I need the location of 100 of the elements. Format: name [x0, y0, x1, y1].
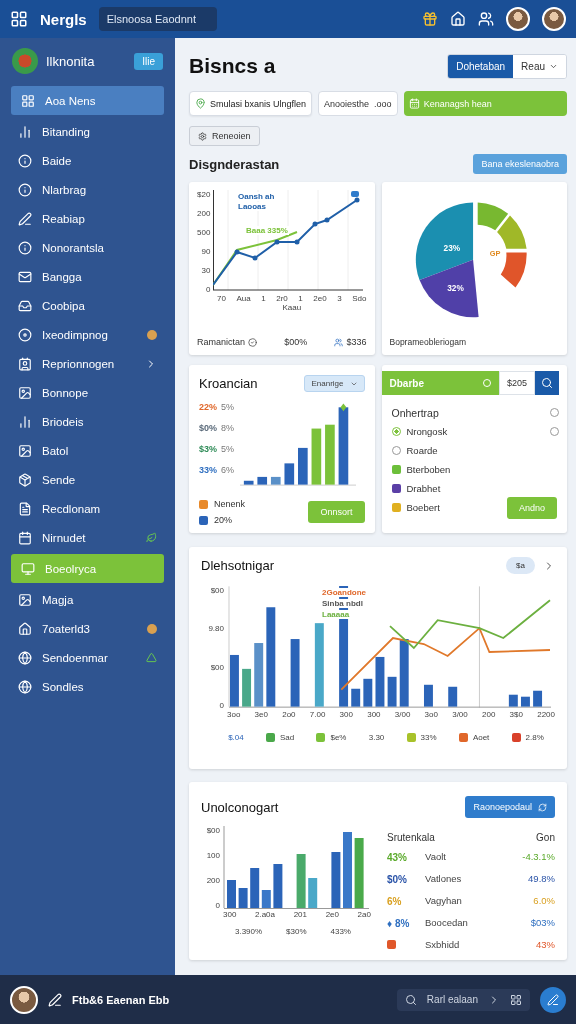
radio-button[interactable]: [391, 427, 401, 436]
compose-button[interactable]: [540, 986, 566, 1013]
chart-bar: [354, 838, 364, 908]
sidebar-item[interactable]: Aoa Nens: [11, 86, 164, 115]
globe-icon: [18, 650, 32, 665]
sidebar-item[interactable]: Sende: [8, 465, 167, 494]
sidebar-item[interactable]: 7oaterld3: [8, 614, 167, 643]
profile-name: Ilknonita: [46, 53, 96, 69]
option-label: Drabhet: [406, 483, 441, 494]
legend-marker: [351, 191, 360, 197]
info-icon: [18, 182, 32, 197]
chart-bar: [298, 447, 308, 485]
people-icon[interactable]: [478, 11, 494, 27]
search-button[interactable]: [535, 371, 559, 395]
row-label: Sxbhidd: [425, 938, 461, 950]
sidebar-item[interactable]: Coobipa: [8, 291, 167, 320]
chart-bar: [424, 684, 433, 707]
sidebar-item[interactable]: Baide: [8, 146, 167, 175]
section-title: Disgnderastan: [189, 156, 280, 172]
slice-label: 32%: [446, 283, 464, 294]
legend-label: $.04: [228, 733, 244, 742]
option-label: Bterboben: [406, 464, 451, 475]
sidebar-item[interactable]: Bitanding: [8, 117, 167, 146]
card-title: Dlehsotnigar: [201, 558, 274, 573]
range-dropdown[interactable]: Enanrige: [304, 375, 365, 392]
grid-icon: [21, 93, 35, 108]
radio-button[interactable]: [391, 446, 401, 455]
chart-bar: [448, 686, 458, 707]
menu-icon[interactable]: [10, 10, 28, 28]
axis-tick: 3e0: [254, 710, 268, 719]
axis-tick: 200: [197, 209, 211, 218]
ring-segment: [477, 202, 508, 231]
axis-tick: 300: [367, 710, 381, 719]
disc-icon: [18, 327, 32, 342]
row-label: Boocedan: [425, 916, 469, 928]
sidebar-item[interactable]: Bangga: [8, 262, 167, 291]
leaf-icon: [146, 532, 157, 543]
search-field[interactable]: Elsnoosa Eaodnnt: [98, 7, 217, 31]
radio-button[interactable]: [550, 408, 559, 417]
axis-tick: 3/00: [452, 710, 468, 719]
chart-icon: [18, 414, 32, 429]
gift-icon[interactable]: [422, 11, 438, 27]
chart-bar: [270, 476, 281, 485]
user-avatar[interactable]: [542, 7, 566, 31]
legend-label: 20%: [214, 515, 232, 525]
axis-tick: Aua: [236, 294, 251, 303]
sidebar-item[interactable]: Reprionnogen: [8, 349, 167, 378]
sidebar-item[interactable]: Batol: [8, 436, 167, 465]
user-avatar[interactable]: [506, 7, 530, 31]
sidebar-item[interactable]: Briodeis: [8, 407, 167, 436]
refresh-icon: [538, 802, 547, 812]
action-button[interactable]: Smulasi bxanis Ulngflen: [189, 91, 313, 116]
mail-icon: [18, 269, 32, 284]
chart-point: [324, 217, 330, 223]
period-pill[interactable]: $a: [506, 557, 535, 574]
search-icon: [404, 993, 417, 1006]
search-field[interactable]: Rarl ealaan: [396, 988, 530, 1011]
axis-tick: 30: [201, 266, 211, 275]
footer-title: Ftb&6 Eaenan Ebb: [72, 993, 170, 1006]
sidebar-item[interactable]: Ixeodimpnog: [8, 320, 167, 349]
sidebar-item[interactable]: Bonnope: [8, 378, 167, 407]
chart-point: [234, 249, 240, 255]
user-avatar[interactable]: [10, 985, 38, 1014]
chart-bar: [290, 639, 300, 707]
sidebar-item[interactable]: Magja: [8, 585, 167, 614]
axis-tick: 0: [215, 901, 220, 910]
chart-point: [274, 239, 280, 245]
chart-bar: [230, 654, 239, 707]
sidebar-item[interactable]: Recdlonam: [8, 494, 167, 523]
option-label: Boebert: [406, 502, 440, 513]
card-title: Kroancian: [199, 376, 258, 391]
sidebar-item[interactable]: Sondles: [8, 672, 167, 701]
chart-bar: [243, 480, 254, 485]
sidebar-item[interactable]: Nirnudet: [8, 523, 167, 552]
axis-tick: 2r0: [276, 294, 288, 303]
legend-label: Oansh ah: [237, 192, 276, 201]
sidebar-item[interactable]: Nonorantsla: [8, 233, 167, 262]
sidebar-item[interactable]: Reabiap: [8, 204, 167, 233]
stat-value: $0%: [199, 423, 217, 433]
axis-label: Kaau: [282, 303, 302, 312]
legend-label: $e%: [330, 733, 347, 742]
house-icon[interactable]: [450, 11, 466, 27]
settings-button[interactable]: Reneoien: [189, 126, 260, 146]
sidebar-item[interactable]: Nlarbrag: [8, 175, 167, 204]
radio-button[interactable]: [550, 427, 559, 436]
view-button[interactable]: Dohetaban: [448, 54, 514, 78]
profile-badge: Ilie: [134, 52, 163, 70]
input-field[interactable]: Anooiesthe .ooo: [318, 91, 398, 116]
sidebar-item[interactable]: Sendoenmar: [8, 643, 167, 672]
pen-icon: [18, 211, 32, 226]
pen-icon: [547, 993, 559, 1006]
footer-label: Ramanictan: [197, 337, 246, 347]
option-label: Roarde: [406, 445, 438, 456]
row-change: -4.3.1%: [522, 850, 555, 862]
refresh-button[interactable]: Raonoepodaul: [465, 796, 555, 818]
option-label: Nrongosk: [406, 426, 448, 437]
axis-tick: $00: [210, 586, 224, 595]
axis-tick: 1: [261, 294, 266, 303]
amount-field[interactable]: $205: [499, 371, 535, 395]
chart-bar: [284, 463, 295, 485]
